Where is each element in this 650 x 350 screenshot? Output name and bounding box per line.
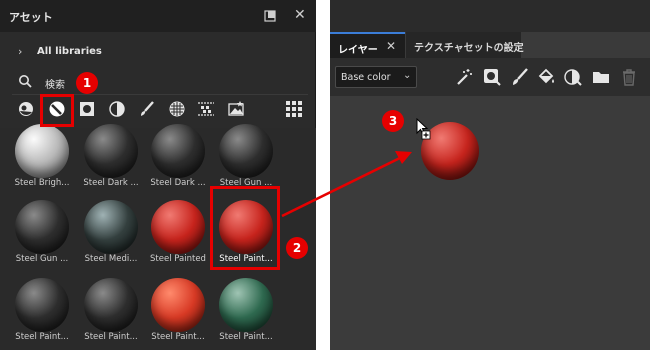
drag-arrow [281, 151, 412, 218]
